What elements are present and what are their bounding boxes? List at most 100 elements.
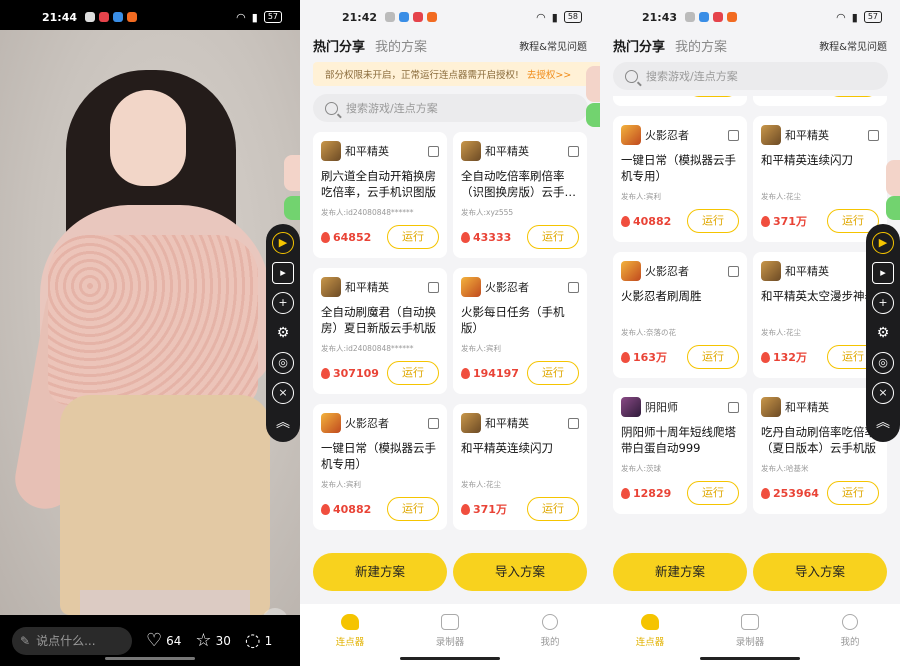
game-icon [321,413,341,433]
clicker-icon [341,614,359,630]
heat-count: 43333 [461,231,511,244]
plan-card[interactable]: 和平精英 刷六道全自动开箱换房吃倍率，云手机识图版 发布人:id24080848**… [313,132,447,258]
edge-handle[interactable] [586,103,600,127]
publisher: 发布人:花尘 [761,192,802,201]
nav-clicker[interactable]: 连点器 [300,604,400,666]
add-icon[interactable]: + [872,292,894,314]
help-link[interactable]: 教程&常见问题 [519,38,587,53]
search-input[interactable]: 搜索游戏/连点方案 [313,94,588,122]
game-name: 火影忍者 [345,417,389,430]
plan-card[interactable]: 火影忍者 火影每日任务（手机版） 发布人:宾利 194197 运行 [453,268,587,394]
home-indicator [400,657,500,660]
new-plan-button[interactable]: 新建方案 [613,553,747,591]
plan-card[interactable]: 火影忍者 一键日常（模拟器云手机专用） 发布人:宾利 40882 运行 [613,116,747,242]
like-button[interactable]: ♡ 64 [146,630,181,651]
card-footer: 253964 运行 [761,481,879,505]
plan-card[interactable]: 和平精英 全自动吃倍率刷倍率（识图换房版）云手… 发布人:xyz555 43333 运行 [453,132,587,258]
game-name: 和平精英 [345,145,389,158]
collapse-icon[interactable]: ︽ [872,412,894,434]
run-button[interactable]: 运行 [527,497,579,521]
run-button[interactable]: 运行 [827,481,879,505]
nav-me[interactable]: 我的 [500,604,600,666]
nav-clicker[interactable]: 连点器 [600,604,700,666]
game-icon [761,125,781,145]
comment-button[interactable]: ◌ 1 [245,630,272,651]
plan-card[interactable]: 火影忍者 一键日常（模拟器云手机专用） 发布人:宾利 40882 运行 [313,404,447,530]
share-icon[interactable] [428,281,439,293]
settings-icon[interactable]: ⚙ [272,322,294,344]
import-plan-button[interactable]: 导入方案 [753,553,887,591]
card-footer: 163万 运行 [621,345,739,369]
settings-icon[interactable]: ⚙ [872,322,894,344]
share-icon[interactable] [728,401,739,413]
comment-input[interactable]: ✎ 说点什么... [12,626,132,655]
heat-value: 371万 [473,503,507,516]
new-plan-button[interactable]: 新建方案 [313,553,447,591]
notification-icon [685,12,696,22]
nav-label: 我的 [840,637,860,648]
plan-card[interactable]: 火影忍者 火影忍者刷周胜 发布人:奈落の花 163万 运行 [613,252,747,378]
flame-icon [321,503,330,515]
run-button[interactable]: 运行 [387,497,439,521]
run-button[interactable]: 运行 [687,481,739,505]
plan-card[interactable]: 阴阳师 阴阳师十周年短线爬塔带白蛋自动999 发布人:茨球 12829 运行 [613,388,747,514]
run-button[interactable]: 运行 [527,225,579,249]
run-button[interactable]: 运行 [527,361,579,385]
flame-icon [321,231,330,243]
run-button[interactable]: 运行 [687,209,739,233]
game-name: 和平精英 [345,281,389,294]
close-icon[interactable]: × [272,382,294,404]
run-button[interactable]: 运行 [387,361,439,385]
record-icon[interactable]: ▸ [872,262,894,284]
plan-card[interactable]: 和平精英 和平精英连续闪刀 发布人:花尘 371万 运行 [453,404,587,530]
share-icon[interactable] [428,145,439,157]
tab-my-plans[interactable]: 我的方案 [375,36,427,55]
authorize-link[interactable]: 去授权>> [527,67,571,81]
run-button[interactable]: 运行 [387,225,439,249]
share-icon[interactable] [568,145,579,157]
flame-icon [621,487,630,499]
share-icon[interactable] [868,129,879,141]
target-icon[interactable]: ◎ [872,352,894,374]
share-icon[interactable] [568,417,579,429]
tab-hot-share[interactable]: 热门分享 [613,36,665,55]
video-content[interactable]: ⤡ [0,30,300,650]
notification-icon [385,12,396,22]
close-icon[interactable]: × [872,382,894,404]
publisher: 发布人:id24080848****** [321,208,414,217]
game-name: 和平精英 [785,129,829,142]
nav-label: 连点器 [635,637,665,648]
collapse-icon[interactable]: ︽ [272,412,294,434]
import-plan-button[interactable]: 导入方案 [453,553,587,591]
favorite-button[interactable]: ☆ 30 [195,630,230,651]
play-icon[interactable]: ▶ [872,232,894,254]
publisher: 发布人:花尘 [761,328,802,337]
floating-toolbar: ▶ ▸ + ⚙ ◎ × ︽ [866,224,900,442]
tab-hot-share[interactable]: 热门分享 [313,36,365,55]
add-icon[interactable]: + [272,292,294,314]
plan-title: 火影忍者刷周胜 [621,289,702,303]
edge-handle[interactable] [886,196,900,220]
help-link[interactable]: 教程&常见问题 [819,38,887,53]
heat-count: 307109 [321,367,379,380]
tab-my-plans[interactable]: 我的方案 [675,36,727,55]
edge-avatar[interactable] [284,155,300,191]
share-icon[interactable] [728,129,739,141]
edge-avatar[interactable] [886,160,900,196]
plan-card[interactable]: 和平精英 和平精英连续闪刀 发布人:花尘 371万 运行 [753,116,887,242]
nav-me[interactable]: 我的 [800,604,900,666]
share-icon[interactable] [728,265,739,277]
plan-card[interactable]: 和平精英 全自动刷魔君（自动换房）夏日新版云手机版 发布人:id24080848**… [313,268,447,394]
run-button[interactable]: 运行 [687,345,739,369]
like-count: 64 [166,633,182,648]
play-icon[interactable]: ▶ [272,232,294,254]
target-icon[interactable]: ◎ [272,352,294,374]
search-input[interactable]: 搜索游戏/连点方案 [613,62,888,90]
wifi-icon: ◠ [236,10,246,24]
share-icon[interactable] [428,417,439,429]
edge-avatar[interactable] [586,66,600,102]
edge-handle[interactable] [284,196,300,220]
share-icon[interactable] [568,281,579,293]
record-icon[interactable]: ▸ [272,262,294,284]
heat-value: 40882 [333,502,372,516]
